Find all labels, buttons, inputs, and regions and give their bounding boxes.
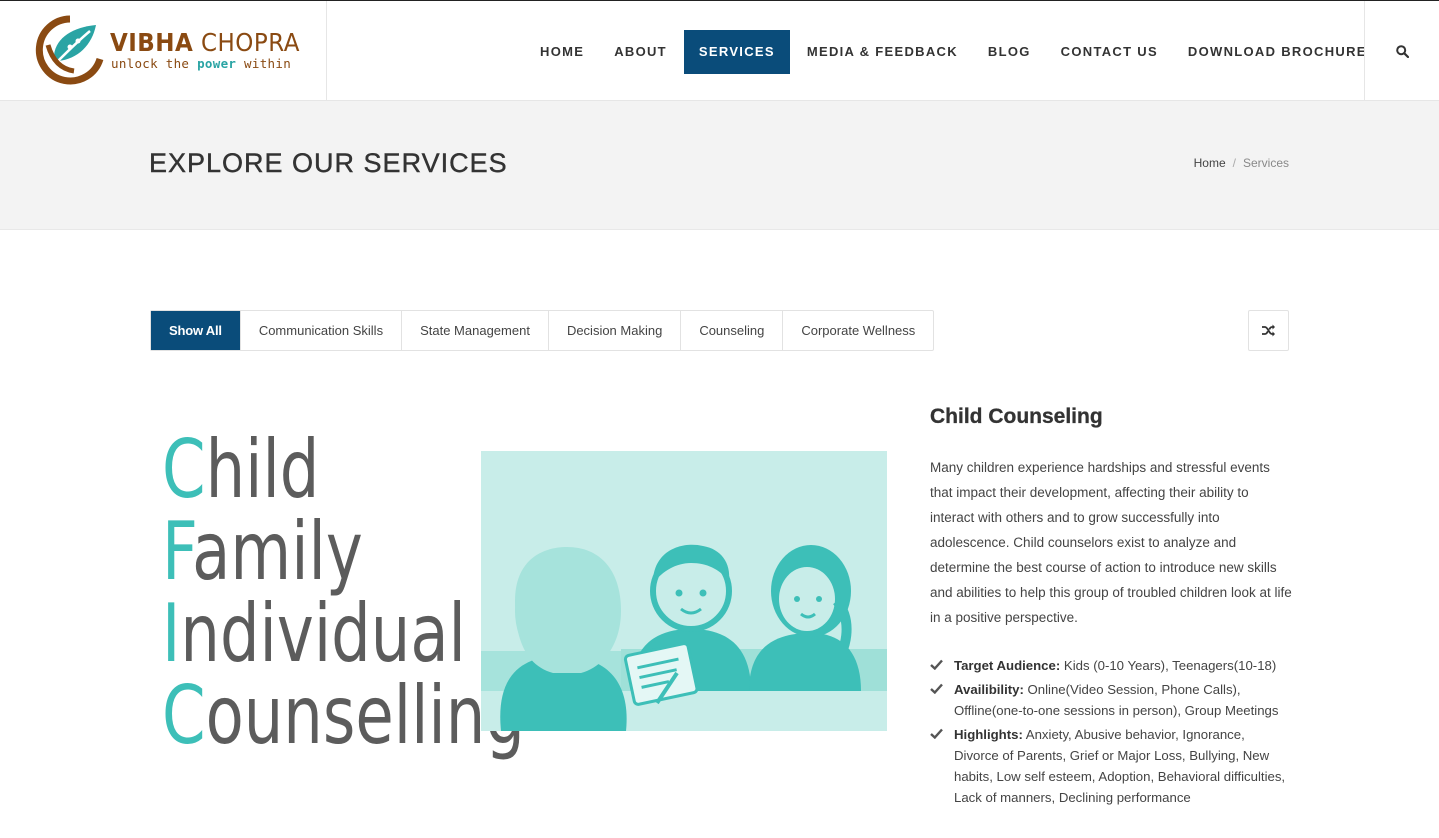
- search-icon: [1396, 45, 1409, 58]
- nav-home[interactable]: HOME: [525, 30, 599, 74]
- service-details-list: Target Audience: Kids (0-10 Years), Teen…: [930, 655, 1290, 811]
- page-title-bar: EXPLORE OUR SERVICES Home / Services: [0, 101, 1439, 230]
- breadcrumb-separator: /: [1232, 156, 1236, 170]
- service-image: Child Family Individual Counselling: [150, 400, 890, 780]
- image-word-counselling: Counselling: [162, 669, 525, 762]
- filter-decision-making[interactable]: Decision Making: [549, 311, 682, 350]
- image-word-individual: Individual: [162, 587, 466, 680]
- check-icon: [930, 683, 943, 694]
- breadcrumb: Home / Services: [1194, 156, 1289, 170]
- shuffle-icon: [1262, 324, 1275, 337]
- shuffle-button[interactable]: [1248, 310, 1289, 351]
- nav-blog[interactable]: BLOG: [973, 30, 1046, 74]
- logo[interactable]: VIBHA CHOPRA unlock the power within: [0, 1, 327, 101]
- service-description: Many children experience hardships and s…: [930, 460, 1292, 625]
- filter-state-management[interactable]: State Management: [402, 311, 549, 350]
- image-word-family: Family: [162, 505, 363, 598]
- filter-communication-skills[interactable]: Communication Skills: [241, 311, 403, 350]
- filter-show-all[interactable]: Show All: [151, 311, 241, 350]
- detail-highlights: Highlights: Anxiety, Abusive behavior, I…: [930, 724, 1290, 808]
- logo-icon: [35, 15, 104, 85]
- check-icon: [930, 728, 943, 739]
- nav-media-feedback[interactable]: MEDIA & FEEDBACK: [792, 30, 973, 74]
- brand-name: VIBHA CHOPRA: [110, 28, 300, 57]
- brand-tagline: unlock the power within: [111, 56, 292, 71]
- service-title: Child Counseling: [930, 405, 1103, 428]
- detail-availability: Availibility: Online(Video Session, Phon…: [930, 679, 1290, 721]
- detail-target-audience: Target Audience: Kids (0-10 Years), Teen…: [930, 655, 1290, 676]
- check-icon: [930, 659, 943, 670]
- counseling-scene-illustration: [481, 451, 887, 731]
- nav-services[interactable]: SERVICES: [683, 30, 790, 74]
- image-word-child: Child: [162, 423, 320, 516]
- breadcrumb-home-link[interactable]: Home: [1194, 156, 1226, 170]
- nav-download-brochure[interactable]: DOWNLOAD BROCHURE: [1173, 30, 1382, 74]
- main-nav: HOME ABOUT SERVICES MEDIA & FEEDBACK BLO…: [525, 30, 1382, 74]
- site-header: VIBHA CHOPRA unlock the power within HOM…: [0, 0, 1439, 101]
- nav-about[interactable]: ABOUT: [599, 30, 682, 74]
- portfolio-filters: Show All Communication Skills State Mana…: [150, 310, 935, 351]
- breadcrumb-current: Services: [1242, 156, 1289, 170]
- filter-counseling[interactable]: Counseling: [681, 311, 784, 350]
- nav-contact-us[interactable]: CONTACT US: [1046, 30, 1173, 74]
- filter-corporate-wellness[interactable]: Corporate Wellness: [783, 311, 933, 350]
- search-button[interactable]: [1364, 1, 1439, 101]
- page-title: EXPLORE OUR SERVICES: [149, 148, 508, 178]
